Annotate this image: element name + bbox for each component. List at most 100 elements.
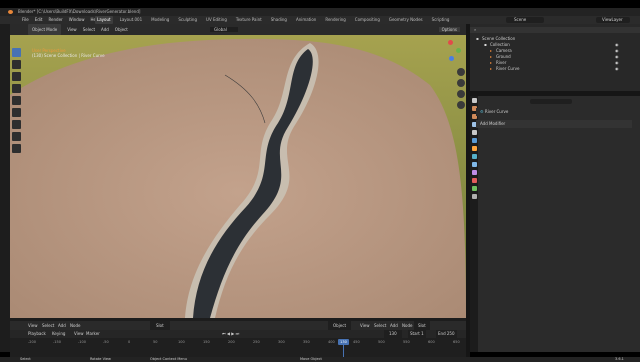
keying-menu[interactable]: Keying xyxy=(52,330,65,338)
properties-search-input[interactable] xyxy=(530,99,572,104)
tab-uv-editing[interactable]: UV Editing xyxy=(204,16,229,24)
move-tool-icon[interactable] xyxy=(12,72,21,81)
scene-selector[interactable]: Scene xyxy=(506,17,544,23)
right-menu-node[interactable]: Node xyxy=(402,321,412,330)
tab-modeling[interactable]: Modeling xyxy=(149,16,171,24)
ruler-tick: 200 xyxy=(228,340,235,344)
mode-selector[interactable]: Object Mode xyxy=(28,24,62,35)
window-title: Blender* [C:\Users\BuildFX\Downloads\Riv… xyxy=(18,9,141,14)
ortho-toggle-icon[interactable] xyxy=(457,101,465,109)
tab-geometry-nodes[interactable]: Geometry Nodes xyxy=(387,16,425,24)
world-tab-icon[interactable] xyxy=(471,138,477,143)
ruler-tick: -200 xyxy=(28,340,36,344)
viewport-render xyxy=(10,35,466,318)
transform-orientation[interactable]: Global xyxy=(210,27,238,32)
scale-tool-icon[interactable] xyxy=(12,96,21,105)
ruler-tick: 100 xyxy=(178,340,185,344)
zoom-icon[interactable] xyxy=(457,68,465,76)
ruler-tick: 50 xyxy=(153,340,158,344)
particles-tab-icon[interactable] xyxy=(471,162,477,167)
gizmo-z-axis-icon[interactable] xyxy=(449,56,454,61)
bottom-menu-node[interactable]: Node xyxy=(70,321,80,330)
tab-animation[interactable]: Animation xyxy=(294,16,318,24)
tab-rendering[interactable]: Rendering xyxy=(323,16,347,24)
ruler-tick: 350 xyxy=(303,340,310,344)
curve-object-icon: ▸ xyxy=(490,66,493,71)
tab-compositing[interactable]: Compositing xyxy=(353,16,382,24)
menu-window[interactable]: Window xyxy=(69,16,85,24)
tool-tab-icon[interactable] xyxy=(471,98,477,103)
active-object-label: (130) Scene Collection | River Curve xyxy=(32,53,105,58)
add-cube-tool-icon[interactable] xyxy=(12,144,21,153)
bottom-menu-add[interactable]: Add xyxy=(58,321,66,330)
transform-tool-icon[interactable] xyxy=(12,108,21,117)
tab-shading[interactable]: Shading xyxy=(269,16,289,24)
timeline-header: Playback Keying View Marker ⏮ ◀ ▶ ⏭ 130 … xyxy=(10,330,466,338)
menu-render[interactable]: Render xyxy=(48,16,62,24)
ruler-tick: -100 xyxy=(78,340,86,344)
3d-viewport[interactable] xyxy=(10,35,466,318)
add-modifier-button[interactable]: Add Modifier xyxy=(476,120,632,128)
gizmo-x-axis-icon[interactable] xyxy=(448,40,453,45)
view-layer-selector[interactable]: ViewLayer xyxy=(596,17,630,23)
tab-sculpting[interactable]: Sculpting xyxy=(176,16,199,24)
menu-edit[interactable]: Edit xyxy=(35,16,43,24)
playback-menu[interactable]: Playback xyxy=(28,330,46,338)
constraints-tab-icon[interactable] xyxy=(471,178,477,183)
ruler-tick: 0 xyxy=(128,340,131,344)
search-icon[interactable]: ⌕ xyxy=(474,27,476,33)
select-tool-icon[interactable] xyxy=(12,48,21,57)
playhead-line xyxy=(343,345,344,357)
object-tab-icon[interactable] xyxy=(471,146,477,151)
timeline: Playback Keying View Marker ⏮ ◀ ▶ ⏭ 130 … xyxy=(10,330,466,357)
right-menu-select[interactable]: Select xyxy=(374,321,386,330)
modifier-tab-icon[interactable] xyxy=(471,154,477,159)
slot-field[interactable]: Slot xyxy=(150,321,170,330)
pan-icon[interactable] xyxy=(457,79,465,87)
object-name-field[interactable]: ⚙ River Curve xyxy=(476,108,632,116)
physics-tab-icon[interactable] xyxy=(471,170,477,175)
ruler-tick: 250 xyxy=(253,340,260,344)
rotate-tool-icon[interactable] xyxy=(12,84,21,93)
annotate-tool-icon[interactable] xyxy=(12,120,21,129)
timeline-ruler[interactable]: -200 -150 -100 -50 0 50 100 150 200 250 … xyxy=(10,340,466,346)
main-menu: File Edit Render Window Help xyxy=(22,16,100,24)
gizmo-y-axis-icon[interactable] xyxy=(456,48,461,53)
timeline-view-menu[interactable]: View xyxy=(74,330,84,338)
right-menu-view[interactable]: View xyxy=(360,321,370,330)
data-tab-icon[interactable] xyxy=(471,186,477,191)
scene-tab-icon[interactable] xyxy=(471,130,477,135)
ruler-tick: 400 xyxy=(328,340,335,344)
ruler-tick: 650 xyxy=(453,340,460,344)
object-selector[interactable]: Object xyxy=(328,321,352,330)
bottom-menu-view[interactable]: View xyxy=(28,321,38,330)
bottom-menu-select[interactable]: Select xyxy=(42,321,54,330)
outliner-row-river-curve[interactable]: ▸ River Curve ◉ xyxy=(470,66,640,72)
menu-file[interactable]: File xyxy=(22,16,29,24)
tab-layout-001[interactable]: Layout.001 xyxy=(118,16,145,24)
cursor-tool-icon[interactable] xyxy=(12,60,21,69)
outliner-search-row[interactable]: ⌕ xyxy=(470,27,640,33)
marker-menu[interactable]: Marker xyxy=(86,330,100,338)
visibility-icon[interactable]: ◉ xyxy=(615,66,619,72)
play-controls-icon[interactable]: ⏮ ◀ ▶ ⏭ xyxy=(222,330,239,338)
viewport-menu-view[interactable]: View xyxy=(67,24,77,35)
options-button[interactable]: Options xyxy=(438,27,460,32)
viewport-menu-select[interactable]: Select xyxy=(83,24,95,35)
ruler-tick: -150 xyxy=(53,340,61,344)
right-slot-field[interactable]: Slot xyxy=(414,321,430,330)
end-label: End xyxy=(438,331,446,336)
material-tab-icon[interactable] xyxy=(471,194,477,199)
measure-tool-icon[interactable] xyxy=(12,132,21,141)
viewport-menu-object[interactable]: Object xyxy=(115,24,128,35)
end-frame-field[interactable]: End 250 xyxy=(436,330,457,338)
current-frame-field[interactable]: 130 xyxy=(384,330,402,338)
tab-scripting[interactable]: Scripting xyxy=(430,16,452,24)
start-frame-field[interactable]: Start 1 xyxy=(408,330,426,338)
viewport-menu-add[interactable]: Add xyxy=(101,24,109,35)
tab-texture-paint[interactable]: Texture Paint xyxy=(234,16,264,24)
right-menu-add[interactable]: Add xyxy=(390,321,398,330)
tab-layout[interactable]: Layout xyxy=(95,16,113,24)
ruler-tick: 600 xyxy=(428,340,435,344)
camera-view-icon[interactable] xyxy=(457,90,465,98)
